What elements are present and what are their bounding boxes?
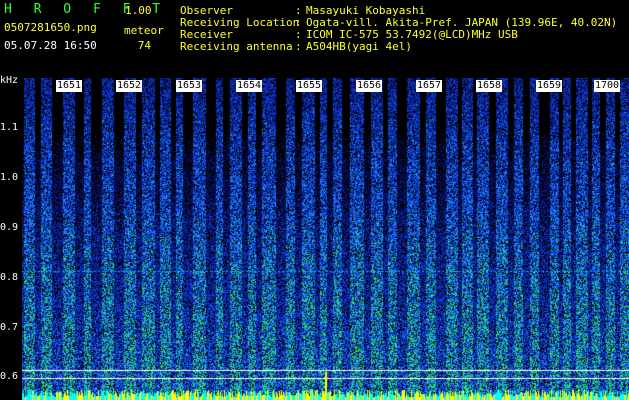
time-tick-label: 1651 <box>56 80 83 92</box>
time-tick-label: 1652 <box>116 80 143 92</box>
y-tick-label: 0.9 <box>0 222 19 233</box>
frequency-unit: kHz <box>0 75 19 86</box>
y-tick-label: 0.7 <box>0 322 19 333</box>
file-datetime: 05.07.28 16:50 <box>4 39 97 52</box>
info-key-antenna: Receiving antenna <box>180 40 293 53</box>
file-name: 0507281650.png <box>4 21 97 34</box>
y-tick-label: 0.8 <box>0 272 19 283</box>
time-tick-label: 1700 <box>594 80 621 92</box>
frequency-axis: kHz 1.1 1.0 0.9 0.8 0.7 0.6 <box>0 75 22 400</box>
meteor-count: 74 <box>137 39 151 52</box>
meteor-label: meteor <box>124 24 164 37</box>
spectrogram-canvas <box>22 78 629 400</box>
time-tick-label: 1657 <box>416 80 443 92</box>
info-value-antenna: A504HB(yagi 4el) <box>306 40 412 53</box>
time-tick-label: 1658 <box>476 80 503 92</box>
time-tick-label: 1656 <box>356 80 383 92</box>
y-tick-label: 1.0 <box>0 172 19 183</box>
time-tick-label: 1654 <box>236 80 263 92</box>
time-tick-label: 1653 <box>176 80 203 92</box>
y-tick-label: 1.1 <box>0 122 19 133</box>
time-tick-label: 1655 <box>296 80 323 92</box>
time-tick-label: 1659 <box>536 80 563 92</box>
header-panel: H R O F F T 1.00 0507281650.png 05.07.28… <box>0 0 629 78</box>
y-tick-label: 0.6 <box>0 371 19 382</box>
app-version: 1.00 <box>125 4 152 17</box>
info-sep-antenna: : <box>295 40 302 53</box>
